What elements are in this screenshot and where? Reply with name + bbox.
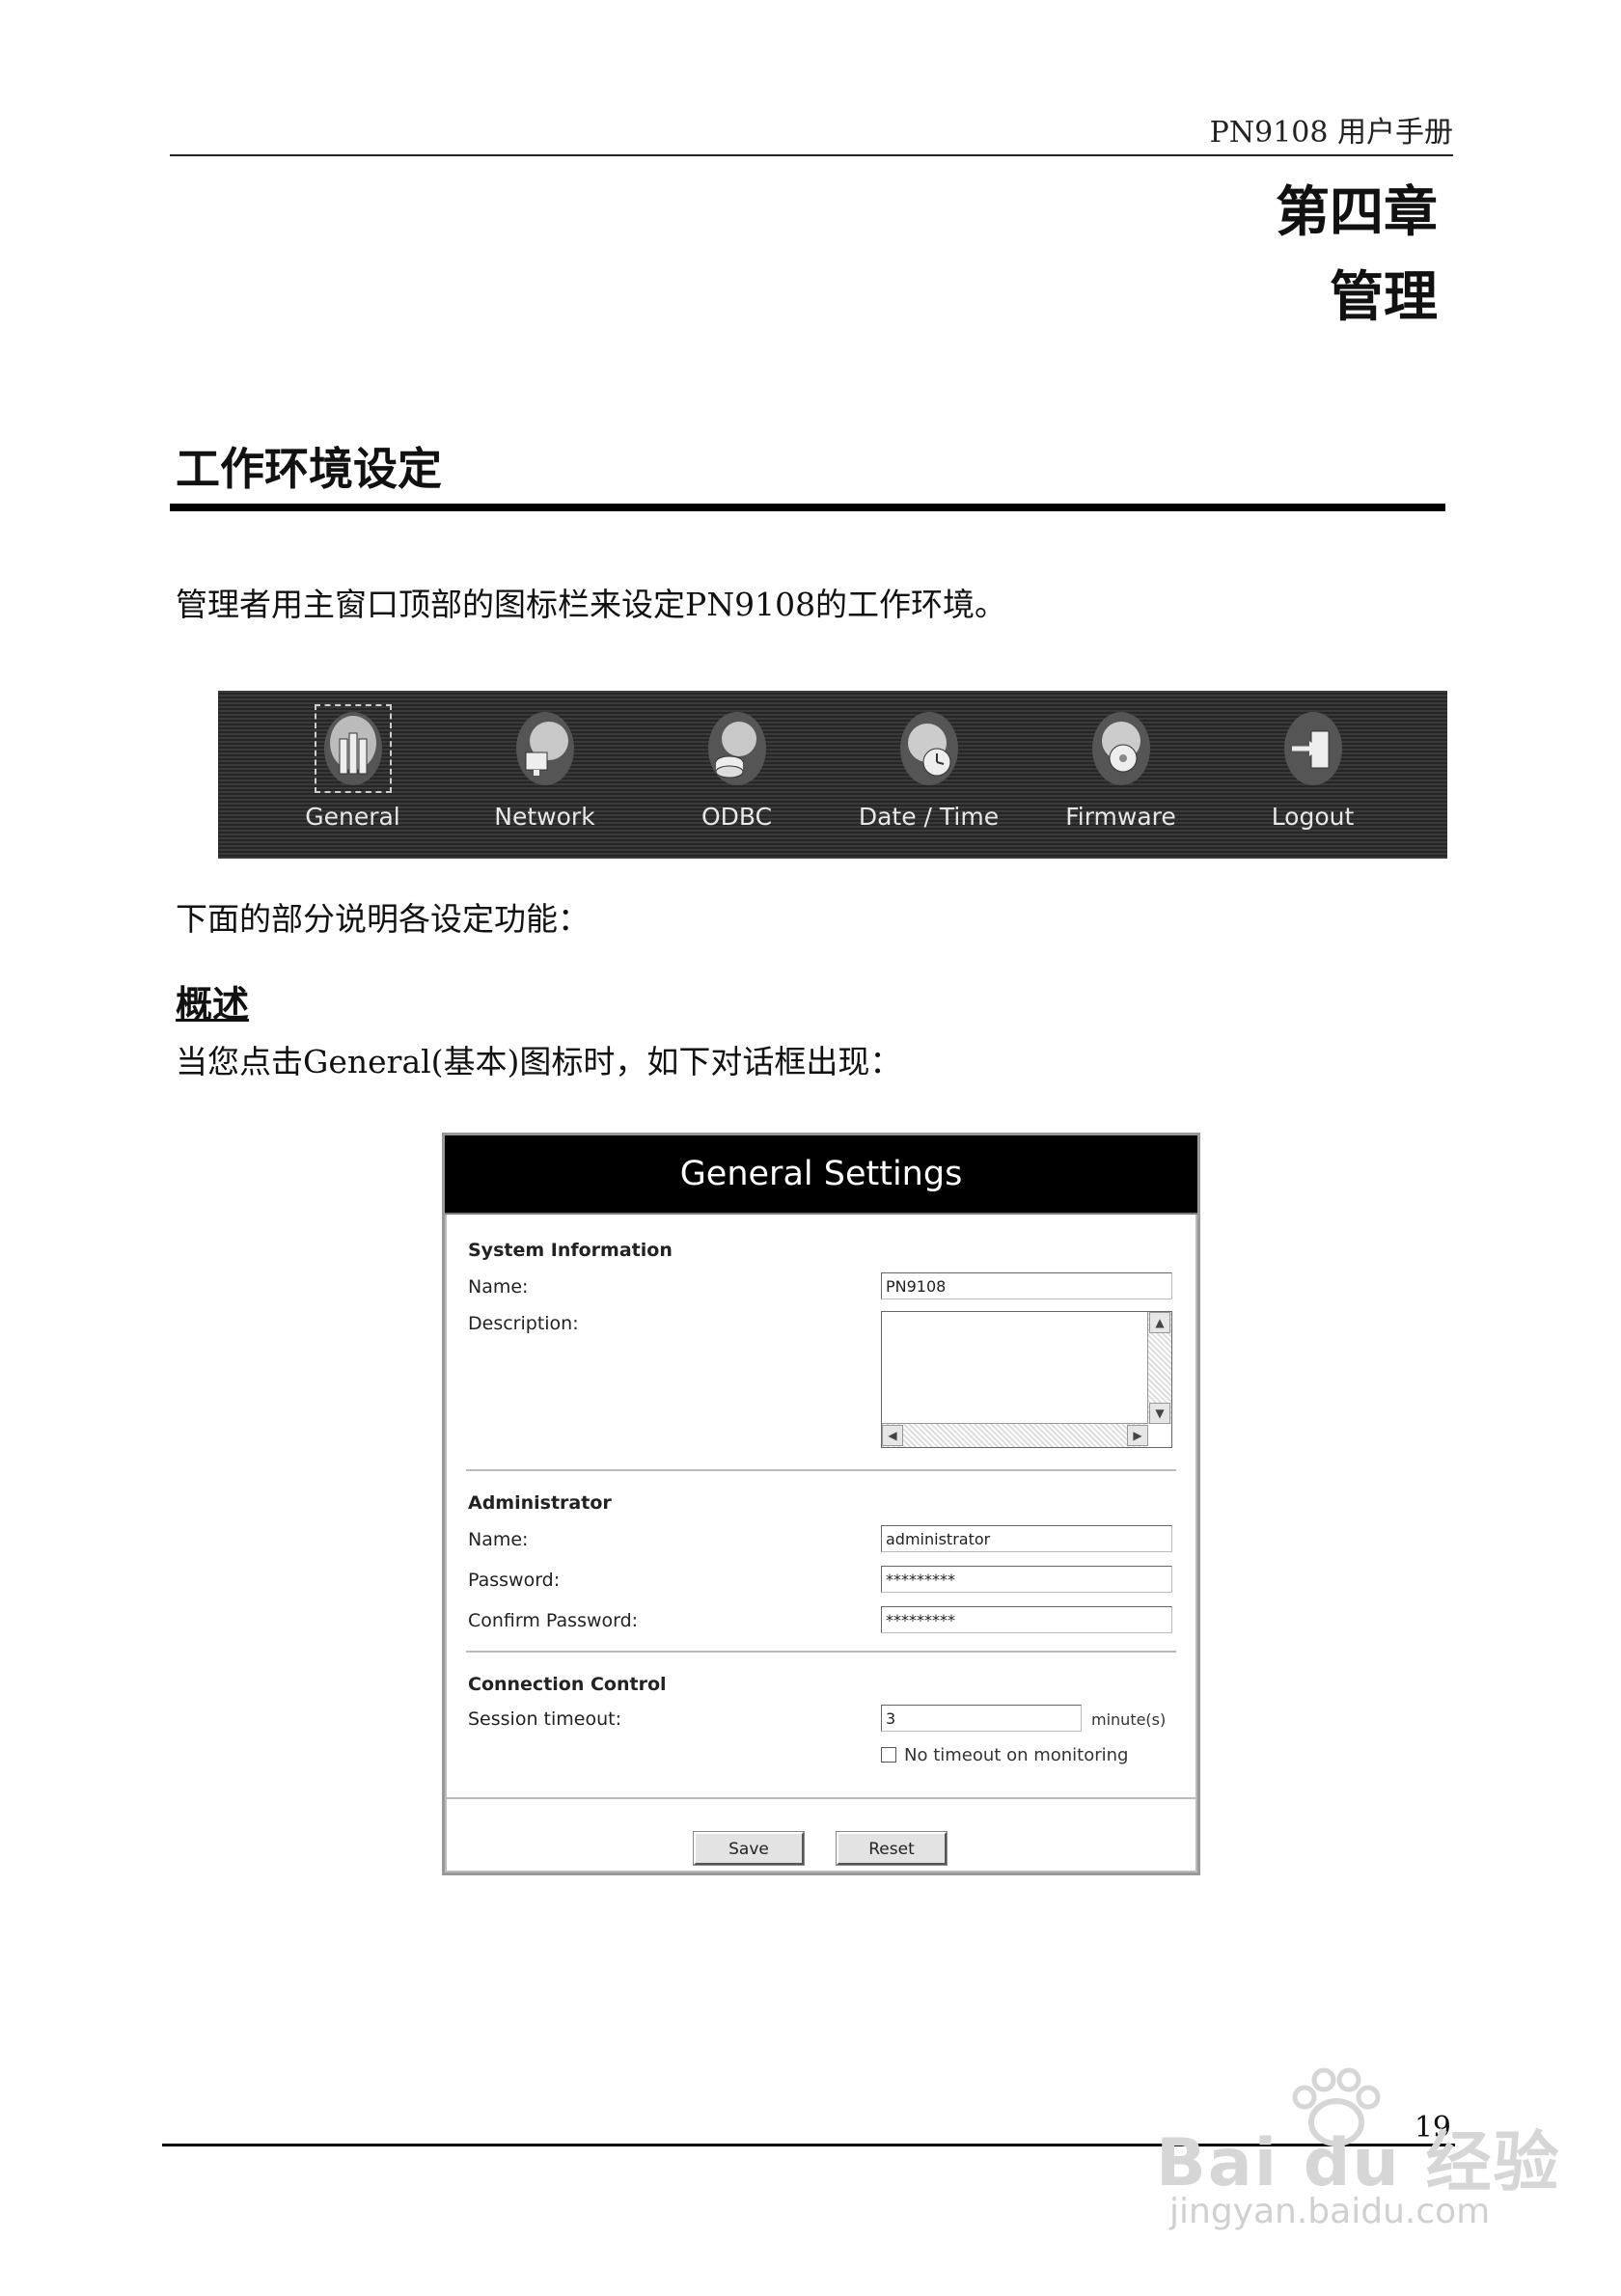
confirm-password-input[interactable]: ********* xyxy=(881,1606,1172,1633)
chapter-number: 第四章 xyxy=(1276,180,1438,244)
dialog-title: General Settings xyxy=(445,1135,1197,1215)
reset-button[interactable]: Reset xyxy=(836,1831,948,1866)
vertical-scrollbar[interactable]: ▲ ▼ xyxy=(1147,1312,1171,1424)
scroll-down-icon[interactable]: ▼ xyxy=(1149,1403,1170,1424)
toolbar-item-odbc[interactable]: ODBC xyxy=(655,691,819,831)
session-timeout-label: Session timeout: xyxy=(468,1708,621,1730)
description-textarea[interactable]: ▲ ▼ ◀ ▶ xyxy=(881,1311,1172,1448)
horizontal-scrollbar[interactable]: ◀ ▶ xyxy=(882,1423,1148,1447)
toolbar-label: Network xyxy=(494,803,595,831)
scroll-left-icon[interactable]: ◀ xyxy=(882,1425,903,1446)
system-name-input[interactable]: PN9108 xyxy=(881,1272,1172,1299)
password-input[interactable]: ********* xyxy=(881,1566,1172,1593)
toolbar-item-date-time[interactable]: Date / Time xyxy=(847,691,1011,831)
odbc-icon xyxy=(702,708,772,789)
admin-name-label: Name: xyxy=(468,1529,529,1550)
timeout-unit-label: minute(s) xyxy=(1091,1710,1167,1729)
icon-toolbar: General Network ODBC Date / Time Firmwar… xyxy=(218,691,1447,859)
clock-icon xyxy=(894,708,964,789)
general-settings-dialog: General Settings System Information Name… xyxy=(442,1133,1200,1875)
toolbar-label: ODBC xyxy=(701,803,773,831)
toolbar-label: Firmware xyxy=(1065,803,1176,831)
system-name-label: Name: xyxy=(468,1276,529,1298)
section-rule xyxy=(170,504,1445,511)
connection-control-heading: Connection Control xyxy=(468,1674,667,1695)
firmware-icon xyxy=(1086,708,1156,789)
section-title: 工作环境设定 xyxy=(176,443,442,495)
toolbar-item-general[interactable]: General xyxy=(271,691,435,831)
chapter-heading: 第四章 管理 xyxy=(1276,170,1438,340)
system-info-heading: System Information xyxy=(468,1240,673,1261)
watermark-logo: Bai du 经验 xyxy=(1156,2125,1561,2201)
divider xyxy=(466,1651,1176,1653)
watermark-url: jingyan.baidu.com xyxy=(1169,2192,1491,2231)
header-rule xyxy=(170,154,1453,156)
toolbar-item-network[interactable]: Network xyxy=(463,691,627,831)
password-label: Password: xyxy=(468,1570,561,1591)
dialog-body: System Information Name: PN9108 Descript… xyxy=(445,1215,1197,1872)
toolbar-item-logout[interactable]: Logout xyxy=(1231,691,1395,831)
general-intro-paragraph: 当您点击General(基本)图标时，如下对话框出现： xyxy=(176,1043,902,1080)
description-label: Description: xyxy=(468,1313,579,1334)
toolbar-label: General xyxy=(305,803,400,831)
toolbar-item-firmware[interactable]: Firmware xyxy=(1039,691,1203,831)
logout-icon xyxy=(1278,708,1348,789)
chapter-title: 管理 xyxy=(1330,265,1438,329)
toolbar-label: Date / Time xyxy=(858,803,1000,831)
following-paragraph: 下面的部分说明各设定功能： xyxy=(176,900,590,938)
dialog-footer-divider xyxy=(447,1797,1195,1799)
confirm-password-label: Confirm Password: xyxy=(468,1610,639,1631)
save-button[interactable]: Save xyxy=(693,1831,805,1866)
admin-name-input[interactable]: administrator xyxy=(881,1525,1172,1552)
general-icon xyxy=(314,704,392,793)
no-timeout-label: No timeout on monitoring xyxy=(904,1745,1129,1765)
divider xyxy=(466,1469,1176,1471)
network-icon xyxy=(510,708,580,789)
scroll-up-icon[interactable]: ▲ xyxy=(1149,1312,1170,1333)
subsection-title: 概述 xyxy=(176,982,250,1025)
no-timeout-checkbox[interactable] xyxy=(881,1747,896,1763)
session-timeout-input[interactable]: 3 xyxy=(881,1705,1082,1732)
running-header: PN9108 用户手册 xyxy=(1209,116,1453,150)
administrator-heading: Administrator xyxy=(468,1492,612,1514)
toolbar-label: Logout xyxy=(1271,803,1355,831)
intro-paragraph: 管理者用主窗口顶部的图标栏来设定PN9108的工作环境。 xyxy=(176,586,1007,623)
scroll-right-icon[interactable]: ▶ xyxy=(1127,1425,1148,1446)
